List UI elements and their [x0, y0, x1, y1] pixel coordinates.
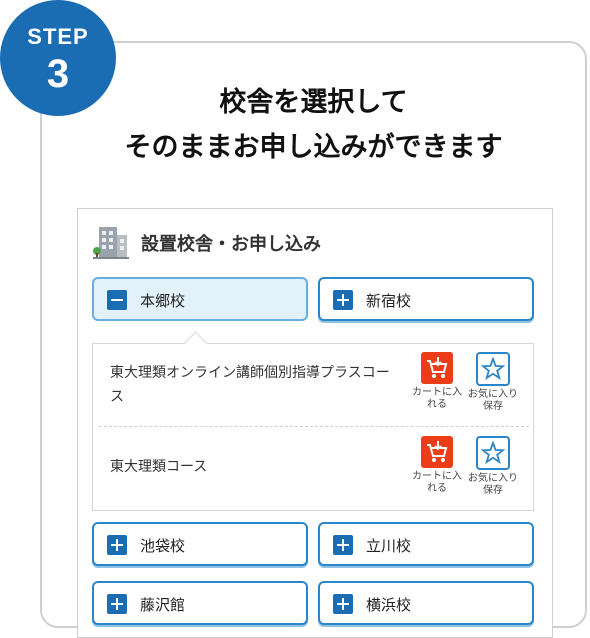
- cart-icon: [421, 352, 453, 384]
- campus-label: 横浜校: [366, 596, 412, 614]
- plus-icon: [107, 594, 127, 614]
- campus-button-tachikawa[interactable]: 立川校: [318, 522, 534, 566]
- favorite-label: お気に入り保存: [468, 473, 518, 496]
- add-to-cart-label: カートに入れる: [412, 471, 462, 494]
- headline-line-1: 校舎を選択して: [219, 87, 408, 118]
- course-row: 東大理類コース カートに入れる お気に入り保存: [93, 426, 533, 510]
- step-label: STEP: [27, 24, 89, 49]
- plus-icon: [333, 594, 353, 614]
- star-icon: [476, 352, 510, 386]
- campus-label: 本郷校: [140, 292, 186, 310]
- campus-button-yokohama[interactable]: 横浜校: [318, 581, 534, 625]
- campus-button-hongo[interactable]: 本郷校: [92, 277, 308, 321]
- course-name: 東大理類オンライン講師個別指導プラスコース: [110, 365, 390, 405]
- add-to-cart-button[interactable]: カートに入れる: [409, 352, 465, 411]
- campus-button-fujisawa[interactable]: 藤沢館: [92, 581, 308, 625]
- plus-icon: [107, 535, 127, 555]
- building-icon: [93, 227, 129, 259]
- campus-label: 新宿校: [366, 292, 412, 310]
- add-to-cart-label: カートに入れる: [412, 387, 462, 410]
- headline-line-2: そのままお申し込みができます: [124, 132, 503, 163]
- campus-label: 立川校: [366, 537, 412, 555]
- course-name: 東大理類コース: [110, 459, 208, 475]
- favorite-button[interactable]: お気に入り保存: [465, 436, 521, 497]
- minus-icon: [107, 290, 127, 310]
- favorite-button[interactable]: お気に入り保存: [465, 352, 521, 413]
- step-badge: STEP 3: [0, 0, 116, 116]
- step-number: 3: [46, 52, 70, 96]
- add-to-cart-button[interactable]: カートに入れる: [409, 436, 465, 495]
- campus-button-ikebukuro[interactable]: 池袋校: [92, 522, 308, 566]
- campus-label: 池袋校: [140, 537, 186, 555]
- campus-label: 藤沢館: [140, 596, 186, 614]
- star-icon: [476, 436, 510, 470]
- campus-panel: 設置校舎・お申し込み 本郷校 新宿校 東大理類オンライン講師個別指導プラスコース: [77, 208, 553, 638]
- plus-icon: [333, 535, 353, 555]
- campus-button-shinjuku[interactable]: 新宿校: [318, 277, 534, 321]
- cart-icon: [421, 436, 453, 468]
- plus-icon: [333, 290, 353, 310]
- course-list: 東大理類オンライン講師個別指導プラスコース カートに入れる お気に入り保存 東大…: [92, 331, 534, 511]
- panel-title: 設置校舎・お申し込み: [141, 234, 321, 255]
- course-row: 東大理類オンライン講師個別指導プラスコース カートに入れる お気に入り保存: [93, 344, 533, 426]
- favorite-label: お気に入り保存: [468, 389, 518, 412]
